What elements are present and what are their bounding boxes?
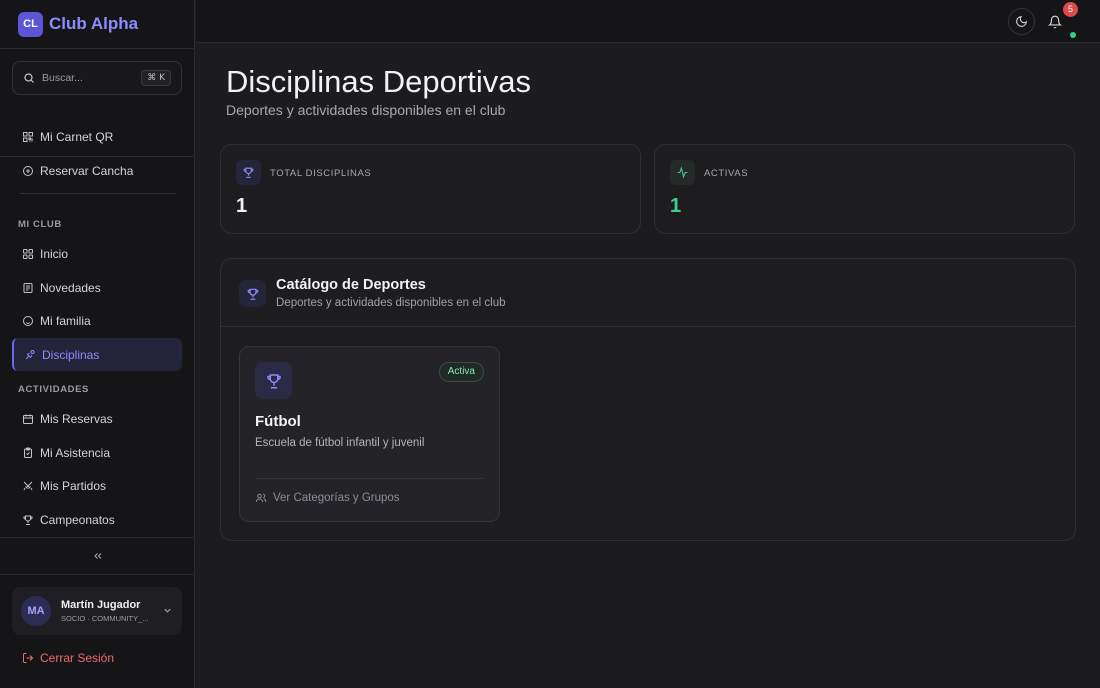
catalog-title: Catálogo de Deportes: [276, 277, 426, 293]
catalog-header: Catálogo de Deportes Deportes y activida…: [221, 259, 1075, 327]
stat-value: 1: [236, 195, 248, 217]
sidebar-item-mis-reservas[interactable]: Mis Reservas: [12, 402, 182, 435]
page-subtitle: Deportes y actividades disponibles en el…: [226, 102, 506, 118]
qr-code-icon: [22, 131, 34, 143]
sidebar-item-disciplinas[interactable]: Disciplinas: [12, 338, 182, 371]
sport-description: Escuela de fútbol infantil y juvenil: [255, 437, 425, 449]
sidebar-item-reservar-cancha[interactable]: Reservar Cancha: [12, 154, 182, 187]
sidebar-item-inicio[interactable]: Inicio: [12, 237, 182, 270]
logout-icon: [22, 652, 34, 664]
sidebar-item-campeonatos[interactable]: Campeonatos: [12, 503, 182, 536]
calendar-icon: [22, 413, 34, 425]
sidebar-item-mi-familia[interactable]: Mi familia: [12, 304, 182, 337]
activity-icon: [670, 160, 695, 185]
sidebar-item-mi-asistencia[interactable]: Mi Asistencia: [12, 436, 182, 469]
brand-logo: CL: [18, 11, 43, 37]
clipboard-check-icon: [22, 447, 34, 459]
status-badge: Activa: [438, 362, 484, 382]
sidebar-item-mis-partidos[interactable]: Mis Partidos: [12, 469, 182, 502]
trophy-icon: [255, 362, 292, 399]
notifications-badge: 5: [1063, 2, 1078, 17]
grid-icon: [22, 248, 34, 260]
topbar: 5: [196, 0, 1100, 43]
sidebar-divider: [20, 193, 176, 194]
card-divider: [255, 478, 484, 479]
catalog-subtitle: Deportes y actividades disponibles en el…: [276, 297, 506, 309]
chevrons-left-icon: [92, 550, 104, 562]
search-shortcut: ⌘ K: [141, 70, 171, 86]
sidebar-item-label: Mi familia: [40, 313, 91, 328]
sidebar-item-novedades[interactable]: Novedades: [12, 271, 182, 304]
stat-card-total: TOTAL DISCIPLINAS 1: [220, 144, 641, 234]
user-info: Martín Jugador SOCIO · COMMUNITY_...: [61, 599, 149, 623]
chevron-down-icon: [162, 605, 173, 616]
stat-label: ACTIVAS: [704, 168, 749, 179]
sport-card[interactable]: Activa Fútbol Escuela de fútbol infantil…: [239, 346, 500, 522]
sidebar-item-label: Mis Partidos: [40, 478, 107, 493]
search-placeholder: Buscar...: [42, 72, 83, 84]
logout-button[interactable]: Cerrar Sesión: [22, 651, 114, 665]
sidebar-item-label: Mi Asistencia: [40, 445, 111, 460]
stat-card-activas: ACTIVAS 1: [654, 144, 1075, 234]
view-categories-label: Ver Categorías y Grupos: [273, 492, 400, 504]
collapse-sidebar-button[interactable]: [0, 537, 195, 575]
logout-label: Cerrar Sesión: [40, 651, 115, 665]
bell-icon: [1047, 15, 1062, 29]
sidebar-item-label: Reservar Cancha: [40, 163, 134, 178]
trophy-icon: [239, 280, 266, 307]
sport-name: Fútbol: [255, 413, 301, 430]
sidebar-item-carnet-qr[interactable]: Mi Carnet QR: [12, 120, 182, 153]
brand[interactable]: CL Club Alpha: [0, 0, 194, 49]
plus-circle-icon: [22, 165, 34, 177]
search-input[interactable]: Buscar... ⌘ K: [12, 61, 182, 95]
stat-value: 1: [670, 195, 682, 217]
disciplines-icon: [24, 349, 36, 361]
newspaper-icon: [22, 282, 34, 294]
sidebar-item-label: Mi Carnet QR: [40, 129, 114, 144]
search-icon: [23, 72, 35, 84]
section-label-actividades: ACTIVIDADES: [18, 384, 89, 395]
user-role: SOCIO · COMMUNITY_...: [61, 614, 149, 623]
page-title: Disciplinas Deportivas: [226, 64, 531, 99]
sidebar: CL Club Alpha Buscar... ⌘ K Mi Carnet QR…: [0, 0, 195, 688]
trophy-icon: [22, 514, 34, 526]
section-label-mi-club: MI CLUB: [18, 219, 62, 230]
users-icon: [255, 492, 267, 504]
user-name: Martín Jugador: [61, 599, 141, 611]
trophy-icon: [236, 160, 261, 185]
sidebar-item-label: Campeonatos: [40, 512, 115, 527]
view-categories-link[interactable]: Ver Categorías y Grupos: [255, 492, 400, 504]
avatar: MA: [21, 596, 51, 626]
online-status-dot: [1070, 32, 1076, 38]
sidebar-item-label: Inicio: [40, 246, 69, 261]
family-icon: [22, 315, 34, 327]
moon-icon: [1015, 15, 1028, 28]
swords-icon: [22, 480, 34, 492]
user-menu[interactable]: MA Martín Jugador SOCIO · COMMUNITY_...: [12, 587, 182, 635]
sidebar-item-label: Novedades: [40, 280, 101, 295]
stat-label: TOTAL DISCIPLINAS: [270, 168, 372, 179]
sports-catalog: Catálogo de Deportes Deportes y activida…: [220, 258, 1076, 541]
brand-name: Club Alpha: [49, 14, 139, 33]
sidebar-item-label: Disciplinas: [42, 347, 100, 362]
theme-toggle-button[interactable]: [1008, 8, 1035, 35]
sidebar-item-label: Mis Reservas: [40, 411, 113, 426]
